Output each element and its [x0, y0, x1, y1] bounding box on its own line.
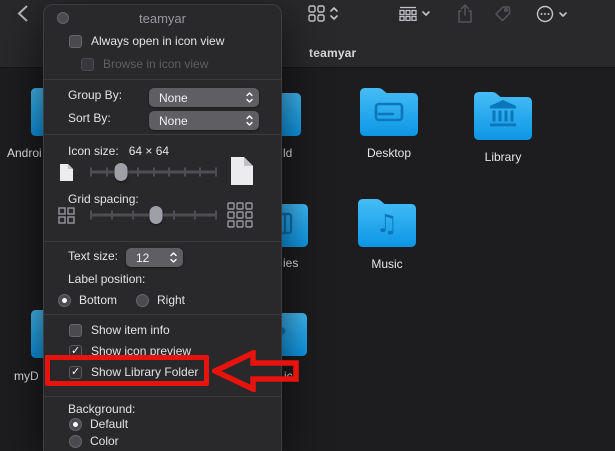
group-by-label: Group By: [68, 88, 122, 102]
chevron-down-icon [558, 5, 568, 23]
slider-thumb[interactable] [150, 206, 163, 224]
folder-label: Androi [7, 146, 42, 160]
slider-thumb[interactable] [115, 163, 128, 181]
right-radio[interactable] [136, 294, 149, 307]
label-position-bottom-option[interactable]: Bottom [58, 293, 117, 307]
group-by-button[interactable] [399, 6, 431, 21]
small-grid-icon [58, 207, 75, 224]
stepper-icon [169, 250, 178, 265]
highlight-rectangle [45, 355, 209, 386]
divider [44, 79, 282, 80]
chevron-down-icon [421, 6, 431, 21]
share-button[interactable] [456, 3, 474, 24]
panel-title: teamyar [44, 11, 281, 26]
chevron-up-down-icon [329, 5, 339, 22]
bottom-radio[interactable] [58, 294, 71, 307]
view-mode-button[interactable] [308, 5, 339, 22]
label-position-label: Label position: [68, 272, 145, 286]
large-grid-icon [227, 202, 254, 229]
folder-label: Music [355, 257, 419, 271]
folder-label: ld [283, 146, 292, 160]
icon-size-value: 64 × 64 [129, 144, 169, 158]
panel-titlebar[interactable]: teamyar [44, 5, 281, 31]
icon-size-slider[interactable] [91, 163, 216, 181]
chevron-left-icon [17, 4, 29, 23]
background-color-option[interactable]: Color [69, 434, 119, 448]
tag-button[interactable] [493, 4, 512, 23]
finder-window: teamyar Androi ld Desktop [0, 0, 615, 451]
folder-label: Library [471, 150, 535, 164]
folder-label: ies [283, 256, 298, 270]
small-document-icon [59, 163, 74, 182]
icon-grid-icon [308, 5, 325, 22]
divider [44, 241, 282, 242]
music-note-glyph: ♫ [376, 209, 398, 238]
background-default-option[interactable]: Default [69, 417, 128, 431]
default-radio[interactable] [69, 418, 82, 431]
folder-label: myD [14, 369, 39, 383]
ellipsis-circle-icon [536, 5, 554, 23]
folder-desktop[interactable]: Desktop [357, 84, 421, 160]
window-title: teamyar [309, 46, 356, 60]
back-button[interactable] [17, 4, 29, 23]
share-icon [456, 3, 474, 24]
text-size-popup[interactable]: 12 [126, 248, 183, 267]
label-position-right-option[interactable]: Right [136, 293, 185, 307]
folder-icon [471, 88, 535, 140]
always-open-row[interactable]: Always open in icon view [69, 34, 224, 48]
highlight-arrow-icon [212, 350, 300, 392]
folder-music[interactable]: ♫ Music [355, 195, 419, 271]
folder-label: Desktop [357, 146, 421, 160]
icon-size-row: Icon size: 64 × 64 [68, 144, 169, 158]
group-rows-icon [399, 6, 417, 21]
folder-library[interactable]: Library [471, 88, 535, 164]
stepper-icon [245, 113, 254, 128]
folder-icon: ♫ [355, 195, 419, 247]
folder-icon [357, 84, 421, 136]
group-by-popup[interactable]: None [149, 88, 259, 107]
show-item-info-row[interactable]: Show item info [69, 323, 170, 337]
text-size-label: Text size: [68, 249, 118, 263]
grid-spacing-label: Grid spacing: [68, 192, 139, 206]
stepper-icon [245, 90, 254, 105]
always-open-checkbox[interactable] [69, 35, 82, 48]
divider [44, 314, 282, 315]
more-options-button[interactable] [536, 5, 568, 23]
background-label: Background: [68, 402, 135, 416]
sort-by-popup[interactable]: None [149, 111, 259, 130]
sort-by-label: Sort By: [68, 111, 111, 125]
show-item-info-checkbox[interactable] [69, 324, 82, 337]
divider [44, 134, 282, 135]
tag-icon [493, 4, 512, 23]
large-document-icon [230, 156, 254, 186]
grid-spacing-slider[interactable] [91, 206, 216, 224]
divider [44, 396, 282, 397]
browse-checkbox [81, 58, 94, 71]
color-radio[interactable] [69, 435, 82, 448]
browse-row: Browse in icon view [81, 57, 208, 71]
